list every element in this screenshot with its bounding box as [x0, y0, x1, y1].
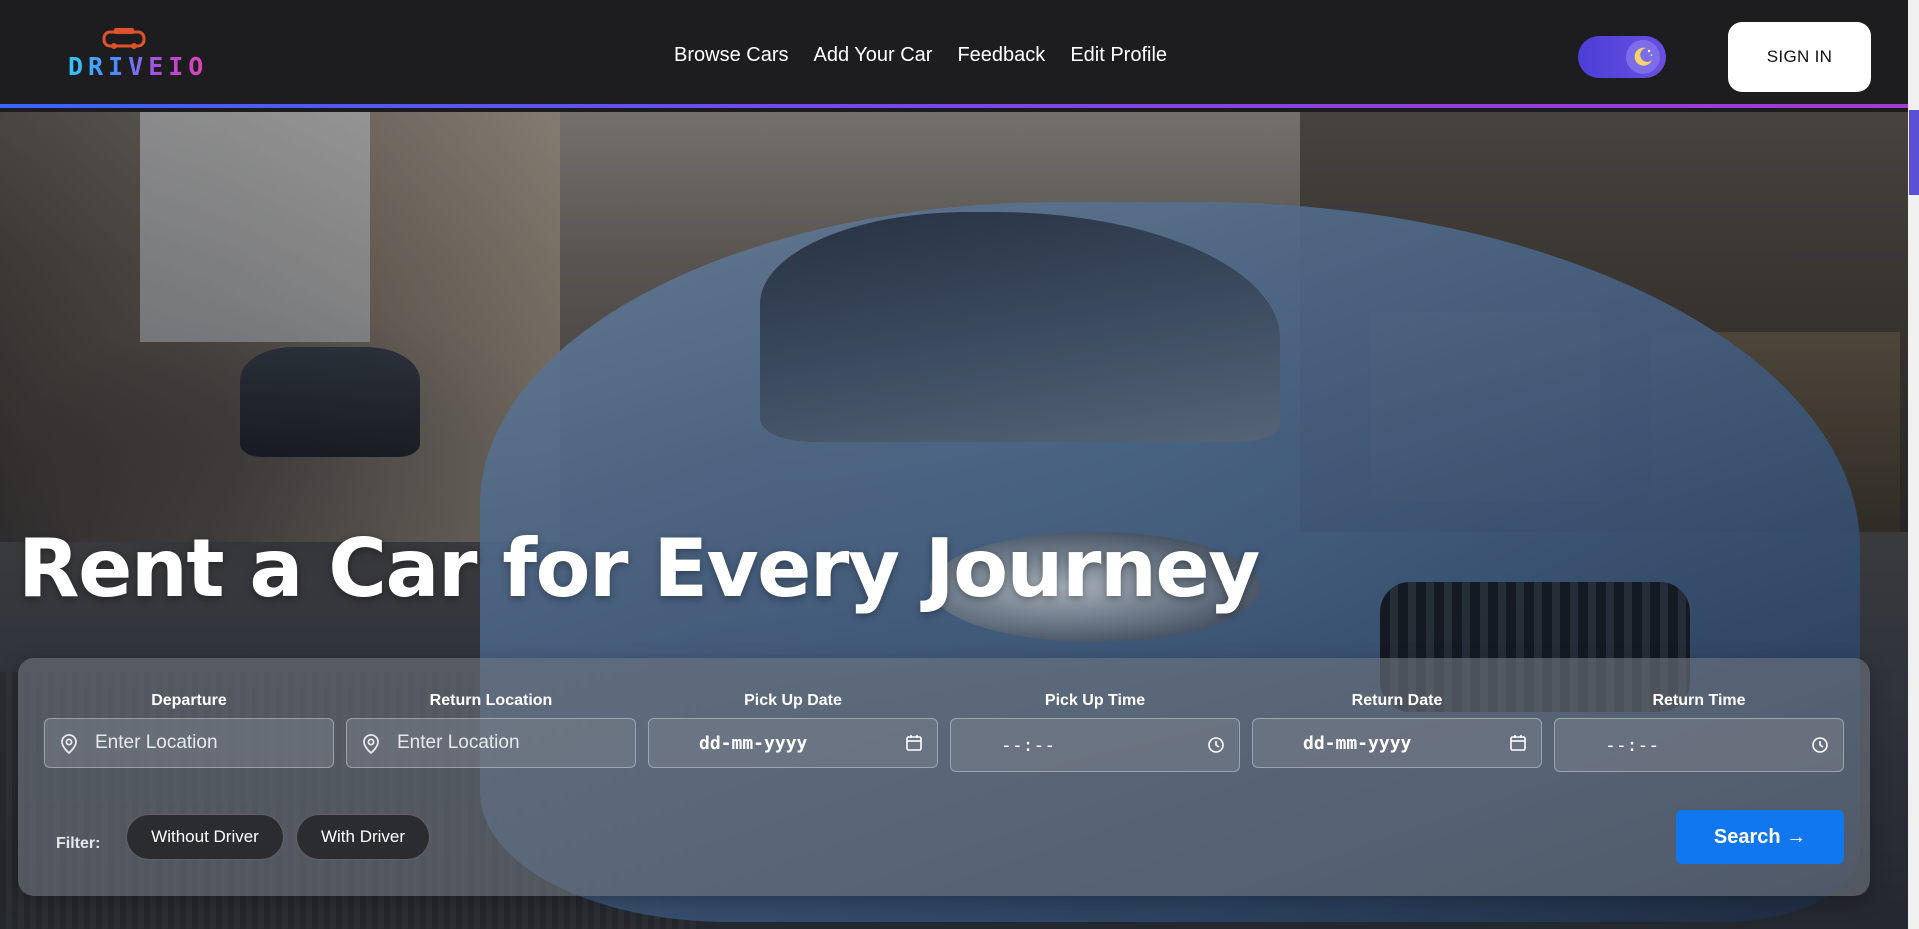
return-date-field: Return Date dd-mm-yyyy [1252, 692, 1542, 768]
pickup-date-label: Pick Up Date [744, 692, 842, 709]
hero-section: Rent a Car for Every Journey Departure E… [0, 112, 1908, 929]
search-panel: Departure Enter Location Return Location… [18, 658, 1870, 896]
return-location-placeholder: Enter Location [397, 732, 520, 753]
nav-link-feedback[interactable]: Feedback [957, 44, 1045, 67]
pickup-date-value: dd-mm-yyyy [699, 732, 808, 754]
return-date-label: Return Date [1351, 692, 1443, 709]
logo[interactable]: DRIVEIO [68, 26, 203, 82]
return-date-input[interactable]: dd-mm-yyyy [1252, 718, 1542, 768]
theme-toggle[interactable] [1578, 36, 1666, 78]
departure-input[interactable]: Enter Location [44, 718, 334, 768]
search-button[interactable]: Search → [1676, 810, 1844, 864]
hero-headline: Rent a Car for Every Journey [18, 522, 1260, 615]
departure-label: Departure [151, 692, 227, 709]
return-time-label: Return Time [1652, 692, 1746, 709]
toggle-knob [1626, 40, 1660, 74]
return-location-label: Return Location [429, 692, 553, 709]
pickup-date-field: Pick Up Date dd-mm-yyyy [648, 692, 938, 768]
pickup-date-input[interactable]: dd-mm-yyyy [648, 718, 938, 768]
nav-link-browse-cars[interactable]: Browse Cars [674, 44, 788, 67]
filter-with-driver[interactable]: With Driver [296, 814, 430, 860]
clock-icon[interactable] [1207, 736, 1225, 754]
calendar-icon[interactable] [1509, 734, 1527, 752]
return-time-field: Return Time --:-- [1554, 692, 1844, 772]
brand-name: DRIVEIO [68, 52, 209, 81]
sign-in-button[interactable]: SIGN IN [1728, 22, 1871, 92]
return-location-input[interactable]: Enter Location [346, 718, 636, 768]
return-time-value: --:-- [1605, 734, 1660, 756]
return-time-input[interactable]: --:-- [1554, 718, 1844, 772]
return-location-field: Return Location Enter Location [346, 692, 636, 768]
departure-field: Departure Enter Location [44, 692, 334, 768]
navbar: DRIVEIO Browse Cars Add Your Car Feedbac… [0, 0, 1908, 108]
return-date-value: dd-mm-yyyy [1303, 732, 1412, 754]
location-pin-icon [363, 734, 379, 755]
scrollbar-thumb[interactable] [1909, 110, 1919, 195]
pickup-time-field: Pick Up Time --:-- [950, 692, 1240, 772]
pickup-time-label: Pick Up Time [1044, 692, 1146, 709]
car-logo-icon [102, 28, 146, 49]
location-pin-icon [61, 734, 77, 755]
pickup-time-value: --:-- [1001, 734, 1056, 756]
pickup-time-input[interactable]: --:-- [950, 718, 1240, 772]
moon-icon [1634, 47, 1653, 66]
nav-link-add-your-car[interactable]: Add Your Car [813, 44, 932, 67]
nav-link-edit-profile[interactable]: Edit Profile [1070, 44, 1167, 67]
nav-links: Browse Cars Add Your Car Feedback Edit P… [674, 44, 1192, 67]
departure-placeholder: Enter Location [95, 732, 218, 753]
clock-icon[interactable] [1811, 736, 1829, 754]
calendar-icon[interactable] [905, 734, 923, 752]
filter-label: Filter: [56, 835, 101, 852]
filter-without-driver[interactable]: Without Driver [126, 814, 284, 860]
